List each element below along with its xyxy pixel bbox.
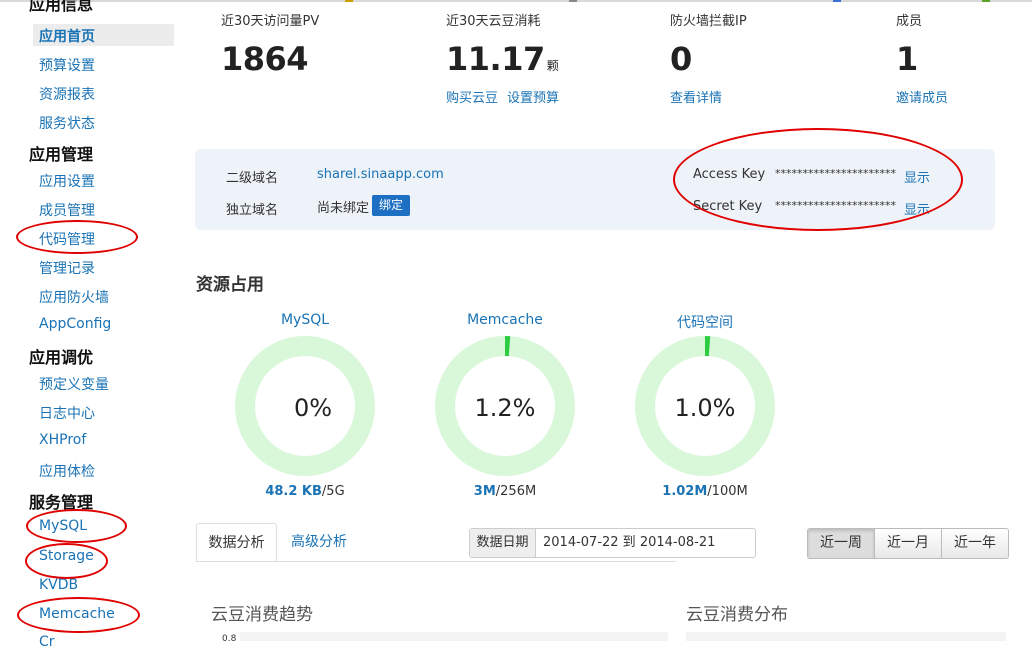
range-week-button[interactable]: 近一周 — [808, 529, 874, 558]
chart-axis-tick: 0.8 — [222, 634, 236, 644]
ring-usage-memcache: 3M/256M — [435, 484, 575, 499]
set-budget-link[interactable]: 设置预算 — [507, 91, 559, 106]
second-level-domain-label: 二级域名 — [226, 167, 278, 186]
sidebar-item-appconfig[interactable]: AppConfig — [39, 316, 111, 332]
chart-title-distribution: 云豆消费分布 — [686, 600, 788, 625]
sidebar-item-service-status[interactable]: 服务状态 — [39, 113, 95, 133]
stat-pv-label: 近30天访问量PV — [221, 10, 319, 29]
sidebar-item-mysql[interactable]: MySQL — [39, 518, 87, 534]
secret-key-value: ********************** — [775, 199, 896, 212]
sidebar-item-memcache[interactable]: Memcache — [39, 606, 115, 622]
stat-firewall-links: 查看详情 — [670, 87, 722, 106]
ring-used-memcache: 3M — [474, 484, 496, 499]
sidebar-section-services: 服务管理 — [29, 489, 93, 513]
ring-percent-mysql: 0% — [243, 394, 383, 422]
buy-beans-link[interactable]: 购买云豆 — [446, 91, 498, 106]
chart-plot-area — [240, 632, 668, 641]
stat-pv-value: 1864 — [221, 40, 308, 78]
ring-usage-mysql: 48.2 KB/5G — [235, 484, 375, 499]
ring-title-mysql: MySQL — [235, 312, 375, 328]
stat-pv-number: 1864 — [221, 40, 308, 78]
stat-firewall-number: 0 — [670, 40, 692, 78]
sidebar-item-logs[interactable]: 管理记录 — [39, 258, 95, 278]
stat-members-label: 成员 — [896, 10, 922, 29]
invite-members-link[interactable]: 邀请成员 — [896, 91, 948, 106]
ring-used-code-space: 1.02M — [662, 484, 707, 499]
resources-title: 资源占用 — [196, 270, 264, 295]
stat-members-links: 邀请成员 — [896, 87, 948, 106]
second-level-domain-link[interactable]: sharel.sinaapp.com — [317, 167, 444, 182]
top-marker — [833, 0, 841, 2]
ring-total-memcache: /256M — [496, 484, 536, 499]
sidebar-item-budget[interactable]: 预算设置 — [39, 55, 95, 75]
sidebar-item-members[interactable]: 成员管理 — [39, 200, 95, 220]
range-month-button[interactable]: 近一月 — [874, 529, 941, 558]
sidebar-item-log-center[interactable]: 日志中心 — [39, 403, 95, 423]
custom-domain-label: 独立域名 — [226, 199, 278, 218]
sidebar-item-kvdb[interactable]: KVDB — [39, 577, 78, 593]
top-marker — [569, 0, 577, 2]
stat-members-value: 1 — [896, 40, 918, 78]
stat-firewall-value: 0 — [670, 40, 692, 78]
top-marker — [982, 0, 990, 2]
ring-title-code-space: 代码空间 — [635, 312, 775, 332]
stat-beans-number: 11.17 — [446, 40, 545, 78]
sidebar: 应用信息 应用首页 预算设置 资源报表 服务状态 应用管理 应用设置 成员管理 … — [0, 0, 185, 641]
ring-percent-memcache: 1.2% — [435, 394, 575, 422]
sidebar-item-xhprof[interactable]: XHProf — [39, 432, 86, 448]
sidebar-section-app-info: 应用信息 — [29, 0, 93, 15]
sidebar-item-app-home[interactable]: 应用首页 — [39, 26, 95, 46]
date-label: 数据日期 — [470, 529, 536, 557]
range-year-button[interactable]: 近一年 — [941, 529, 1008, 558]
chart-plot-area — [686, 632, 1006, 641]
sidebar-section-tuning: 应用调优 — [29, 344, 93, 368]
tab-divider — [196, 561, 676, 562]
date-range-input[interactable]: 数据日期 2014-07-22 到 2014-08-21 — [469, 528, 756, 558]
sidebar-item-health-check[interactable]: 应用体检 — [39, 461, 95, 481]
sidebar-section-app-manage: 应用管理 — [29, 141, 93, 165]
domain-info-panel — [195, 149, 995, 230]
sidebar-item-cron[interactable]: Cr — [39, 634, 55, 650]
stat-beans-unit: 颗 — [547, 59, 559, 73]
secret-key-label: Secret Key — [693, 199, 762, 214]
stat-beans-label: 近30天云豆消耗 — [446, 10, 541, 29]
stat-members-number: 1 — [896, 40, 918, 78]
tab-advanced-analysis[interactable]: 高级分析 — [291, 523, 347, 561]
ring-usage-code-space: 1.02M/100M — [635, 484, 775, 499]
view-details-link[interactable]: 查看详情 — [670, 91, 722, 106]
ring-total-code-space: /100M — [707, 484, 747, 499]
chart-title-trend: 云豆消费趋势 — [211, 600, 313, 625]
top-marker — [345, 0, 353, 2]
ring-total-mysql: /5G — [322, 484, 345, 499]
tab-data-analysis[interactable]: 数据分析 — [196, 523, 277, 562]
sidebar-item-firewall[interactable]: 应用防火墙 — [39, 287, 109, 307]
access-key-label: Access Key — [693, 167, 765, 182]
sidebar-item-app-settings[interactable]: 应用设置 — [39, 171, 95, 191]
custom-domain-value: 尚未绑定 — [317, 197, 369, 216]
sidebar-item-resource-report[interactable]: 资源报表 — [39, 84, 95, 104]
stat-beans-value: 11.17颗 — [446, 40, 558, 78]
ring-percent-code-space: 1.0% — [635, 394, 775, 422]
sidebar-item-storage[interactable]: Storage — [39, 548, 94, 564]
sidebar-item-env-vars[interactable]: 预定义变量 — [39, 374, 109, 394]
stat-firewall-label: 防火墙拦截IP — [670, 10, 747, 29]
bind-domain-button[interactable]: 绑定 — [372, 195, 410, 216]
show-secret-key-link[interactable]: 显示 — [904, 199, 930, 218]
ring-used-mysql: 48.2 KB — [265, 484, 322, 499]
stat-beans-links: 购买云豆设置预算 — [446, 87, 559, 106]
range-button-group: 近一周 近一月 近一年 — [807, 528, 1009, 559]
show-access-key-link[interactable]: 显示 — [904, 167, 930, 186]
access-key-value: ********************** — [775, 167, 896, 180]
date-value[interactable]: 2014-07-22 到 2014-08-21 — [543, 529, 715, 557]
sidebar-item-code[interactable]: 代码管理 — [39, 229, 95, 249]
ring-title-memcache: Memcache — [435, 312, 575, 328]
